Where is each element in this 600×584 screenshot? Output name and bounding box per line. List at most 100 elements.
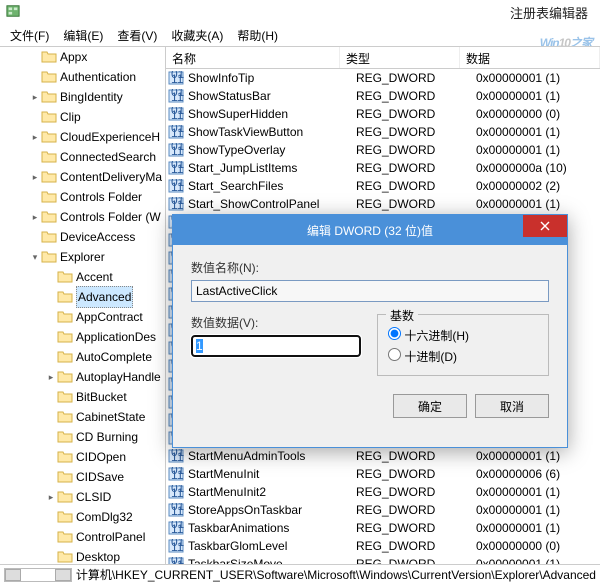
expand-icon[interactable]: ▸ [30, 127, 40, 147]
tree-node[interactable]: AppContract [0, 307, 165, 327]
list-row[interactable]: 011110Start_SearchFilesREG_DWORD0x000000… [166, 177, 600, 195]
list-row[interactable]: 011110TaskbarGlomLevelREG_DWORD0x0000000… [166, 537, 600, 555]
list-row[interactable]: 011110TaskbarAnimationsREG_DWORD0x000000… [166, 519, 600, 537]
cell-name: ShowStatusBar [188, 89, 356, 103]
dialog-titlebar[interactable]: 编辑 DWORD (32 位)值 [173, 215, 567, 245]
tree-node[interactable]: ▸ContentDeliveryMa [0, 167, 165, 187]
folder-icon [57, 470, 73, 484]
tree-node[interactable]: ▸ AutoplayHandle [0, 367, 165, 387]
cell-name: ShowSuperHidden [188, 107, 356, 121]
ok-button[interactable]: 确定 [393, 394, 467, 418]
tree-node[interactable]: ▸Controls Folder (W [0, 207, 165, 227]
value-data-input[interactable] [191, 335, 361, 357]
list-row[interactable]: 011110Start_ShowControlPanelREG_DWORD0x0… [166, 195, 600, 213]
tree-pane[interactable]: AppxAuthentication▸BingIdentityClip▸Clou… [0, 47, 166, 564]
horizontal-scrollbar[interactable] [4, 568, 72, 582]
radio-dec-input[interactable] [388, 348, 401, 361]
list-row[interactable]: 011110ShowTaskViewButtonREG_DWORD0x00000… [166, 123, 600, 141]
tree-label: AutoplayHandle [76, 367, 161, 387]
folder-icon [57, 450, 73, 464]
tree-node[interactable]: AutoComplete [0, 347, 165, 367]
menu-view[interactable]: 查看(V) [111, 25, 163, 46]
tree-node[interactable]: Desktop [0, 547, 165, 564]
radio-hex[interactable]: 十六进制(H) [388, 327, 538, 344]
tree-label: Clip [60, 107, 81, 127]
cell-data: 0x00000001 (1) [476, 449, 600, 463]
tree-label: Advanced [76, 286, 133, 308]
radio-hex-input[interactable] [388, 327, 401, 340]
menu-file[interactable]: 文件(F) [4, 25, 55, 46]
tree-node[interactable]: Appx [0, 47, 165, 67]
dword-icon: 011110 [168, 143, 184, 157]
cell-type: REG_DWORD [356, 197, 476, 211]
expand-icon[interactable]: ▸ [30, 167, 40, 187]
list-row[interactable]: 011110ShowInfoTipREG_DWORD0x00000001 (1) [166, 69, 600, 87]
tree-node[interactable]: ApplicationDes [0, 327, 165, 347]
expand-icon[interactable]: ▸ [46, 367, 56, 387]
tree-node[interactable]: Advanced [0, 287, 165, 307]
svg-text:110: 110 [171, 72, 184, 85]
list-header[interactable]: 名称 类型 数据 [166, 47, 600, 69]
tree-node[interactable]: Accent [0, 267, 165, 287]
tree-node[interactable]: Controls Folder [0, 187, 165, 207]
svg-text:110: 110 [171, 450, 184, 463]
folder-icon [57, 550, 73, 564]
tree-node[interactable]: ▾Explorer [0, 247, 165, 267]
tree-node[interactable]: Clip [0, 107, 165, 127]
cell-name: TaskbarSizeMove [188, 557, 356, 564]
list-row[interactable]: 011110ShowSuperHiddenREG_DWORD0x00000000… [166, 105, 600, 123]
tree-node[interactable]: ComDlg32 [0, 507, 165, 527]
folder-icon [41, 50, 57, 64]
folder-icon [57, 430, 73, 444]
tree-node[interactable]: ConnectedSearch [0, 147, 165, 167]
tree-node[interactable]: CD Burning [0, 427, 165, 447]
list-row[interactable]: 011110StoreAppsOnTaskbarREG_DWORD0x00000… [166, 501, 600, 519]
radio-dec[interactable]: 十进制(D) [388, 348, 538, 365]
list-row[interactable]: 011110Start_JumpListItemsREG_DWORD0x0000… [166, 159, 600, 177]
svg-text:110: 110 [171, 522, 184, 535]
tree-label: Authentication [60, 67, 136, 87]
list-row[interactable]: 011110ShowTypeOverlayREG_DWORD0x00000001… [166, 141, 600, 159]
tree-node[interactable]: ▸CLSID [0, 487, 165, 507]
tree-node[interactable]: CIDOpen [0, 447, 165, 467]
col-data[interactable]: 数据 [460, 47, 600, 68]
expand-icon[interactable]: ▸ [30, 207, 40, 227]
tree-node[interactable]: BitBucket [0, 387, 165, 407]
col-type[interactable]: 类型 [340, 47, 460, 68]
menu-help[interactable]: 帮助(H) [231, 25, 284, 46]
tree-node[interactable]: CIDSave [0, 467, 165, 487]
tree-node[interactable]: Authentication [0, 67, 165, 87]
list-row[interactable]: 011110StartMenuInitREG_DWORD0x00000006 (… [166, 465, 600, 483]
cell-data: 0x0000000a (10) [476, 161, 600, 175]
tree-label: CD Burning [76, 427, 138, 447]
tree-node[interactable]: DeviceAccess [0, 227, 165, 247]
cancel-button[interactable]: 取消 [475, 394, 549, 418]
cell-type: REG_DWORD [356, 557, 476, 564]
menu-favorites[interactable]: 收藏夹(A) [165, 25, 229, 46]
cell-data: 0x00000001 (1) [476, 521, 600, 535]
tree-label: CabinetState [76, 407, 145, 427]
expand-icon[interactable]: ▸ [46, 487, 56, 507]
menubar: 文件(F) 编辑(E) 查看(V) 收藏夹(A) 帮助(H) [0, 24, 600, 46]
list-row[interactable]: 011110ShowStatusBarREG_DWORD0x00000001 (… [166, 87, 600, 105]
tree-node[interactable]: ▸CloudExperienceH [0, 127, 165, 147]
folder-icon [57, 330, 73, 344]
col-name[interactable]: 名称 [166, 47, 340, 68]
list-row[interactable]: 011110StartMenuAdminToolsREG_DWORD0x0000… [166, 447, 600, 465]
cell-data: 0x00000001 (1) [476, 557, 600, 564]
folder-icon [41, 130, 57, 144]
close-button[interactable] [523, 215, 567, 237]
tree-label: ConnectedSearch [60, 147, 156, 167]
tree-node[interactable]: CabinetState [0, 407, 165, 427]
list-row[interactable]: 011110StartMenuInit2REG_DWORD0x00000001 … [166, 483, 600, 501]
folder-icon [41, 190, 57, 204]
tree-label: ApplicationDes [76, 327, 156, 347]
expand-icon[interactable]: ▸ [30, 87, 40, 107]
tree-node[interactable]: ▸BingIdentity [0, 87, 165, 107]
expand-icon[interactable]: ▾ [30, 247, 40, 267]
menu-edit[interactable]: 编辑(E) [57, 25, 109, 46]
svg-text:110: 110 [171, 162, 184, 175]
tree-node[interactable]: ControlPanel [0, 527, 165, 547]
cell-type: REG_DWORD [356, 179, 476, 193]
list-row[interactable]: 011110TaskbarSizeMoveREG_DWORD0x00000001… [166, 555, 600, 564]
